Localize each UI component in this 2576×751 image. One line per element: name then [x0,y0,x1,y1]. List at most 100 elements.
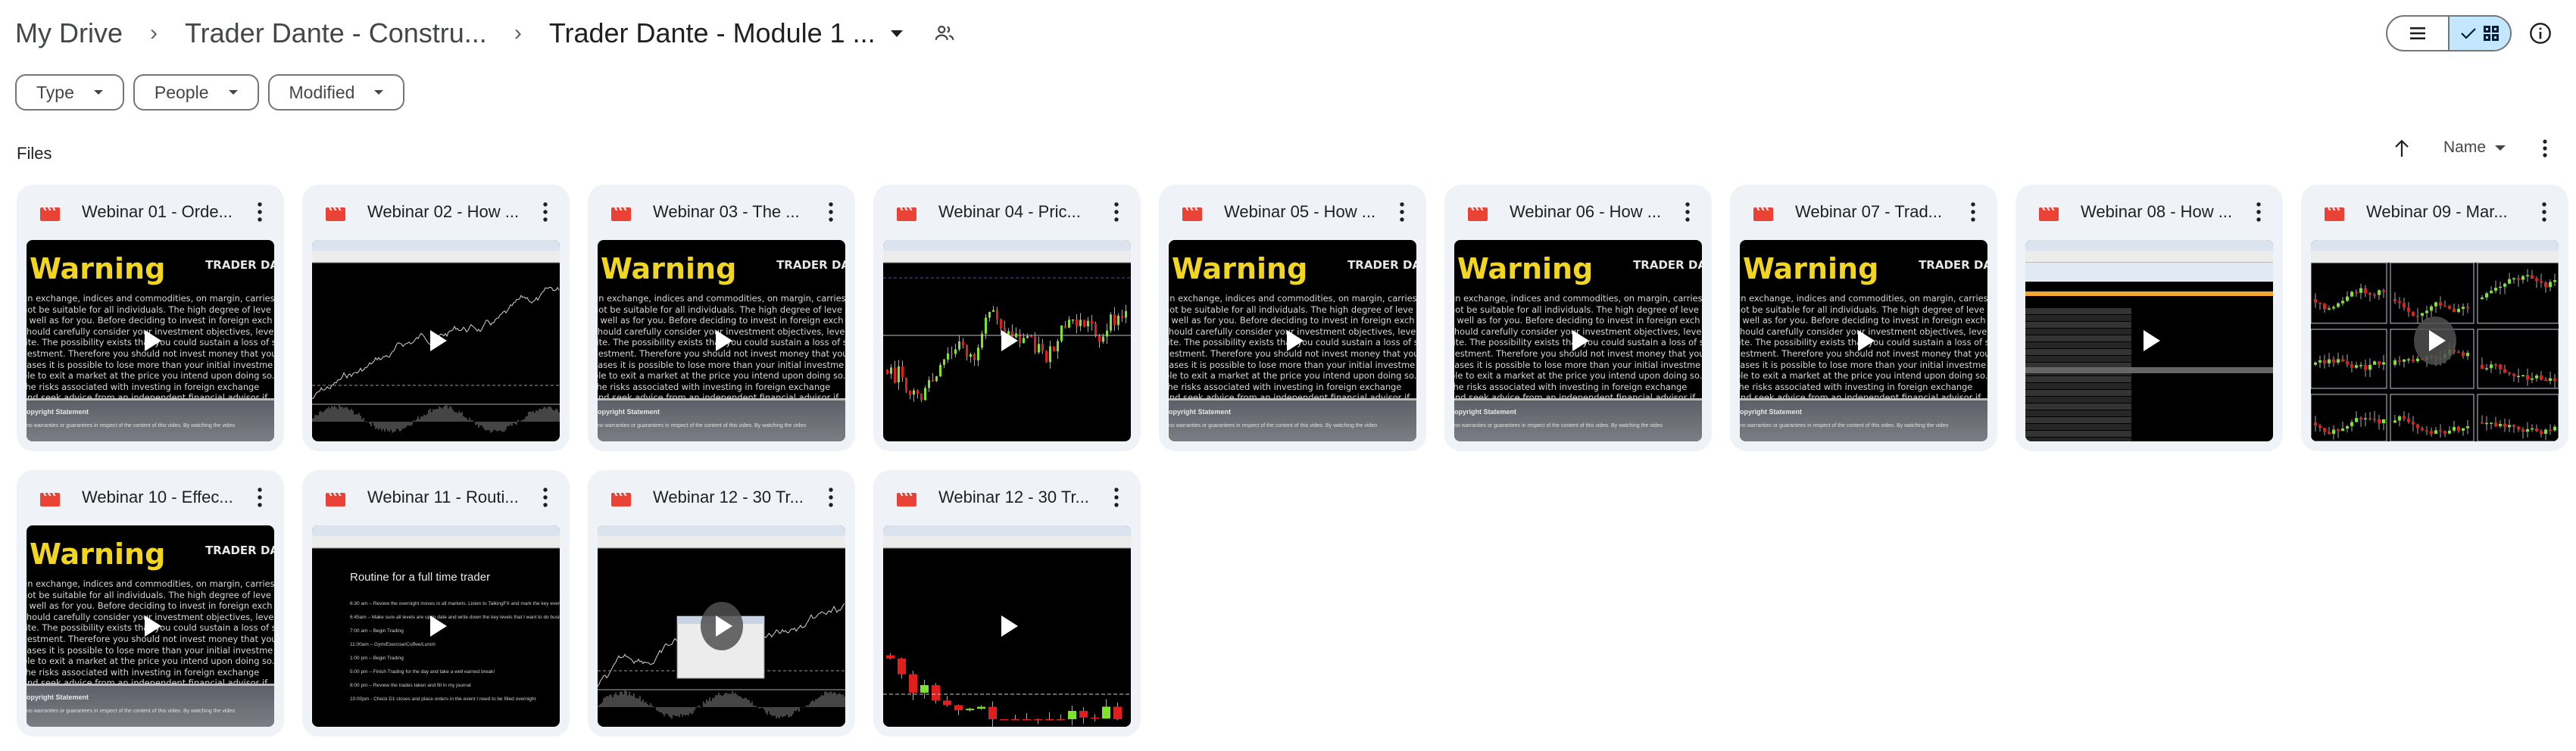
file-card[interactable]: Webinar 05 - How ... Warning TRADER DA gn … [1159,185,1426,451]
play-icon [1001,615,1018,637]
file-more-actions-icon[interactable] [2540,201,2548,223]
file-more-actions-icon[interactable] [1398,201,1406,223]
video-thumbnail[interactable]: Warning TRADER DA gn exchange, indices and… [27,525,274,727]
list-icon [2410,27,2425,39]
file-more-actions-icon[interactable] [542,487,549,508]
filter-type-label: Type [36,82,74,102]
video-thumbnail[interactable]: Warning TRADER DA gn exchange, indices and… [1169,240,1416,441]
video-file-icon [2039,207,2059,221]
video-thumbnail[interactable]: Routine for a full time trader 6:30 am – … [312,525,560,727]
file-more-actions-icon[interactable] [542,201,549,223]
file-card[interactable]: Webinar 08 - How ... [2016,185,2283,451]
file-more-actions-icon[interactable] [827,487,835,508]
file-card[interactable]: Webinar 03 - The ... Warning TRADER DA gn … [588,185,855,451]
file-card[interactable]: Webinar 12 - 30 Tr... [873,470,1141,737]
video-thumbnail[interactable]: Warning TRADER DA gn exchange, indices and… [1454,240,1702,441]
video-file-icon [1182,207,1202,221]
file-more-actions-icon[interactable] [827,201,835,223]
brand-text: TRADER DA [1919,258,1987,272]
file-more-actions-icon[interactable] [1969,201,1977,223]
shared-folder-icon[interactable] [933,22,956,45]
play-icon [429,330,447,351]
play-icon [2143,330,2160,351]
file-card[interactable]: Webinar 12 - 30 Tr... [588,470,855,737]
more-options-icon[interactable] [2541,139,2549,158]
warning-heading: Warning [1457,252,1594,285]
play-icon [715,615,732,637]
file-title: Webinar 06 - How ... [1510,202,1661,221]
file-more-actions-icon[interactable] [1113,487,1120,508]
warning-heading: Warning [1172,252,1308,285]
warning-heading: Warning [30,538,166,571]
copyright-title: opyright Statement [27,693,89,701]
breadcrumb-separator: › [514,20,522,45]
video-file-icon [40,207,60,221]
file-card[interactable]: Webinar 10 - Effec... Warning TRADER DA gn… [17,470,284,737]
file-more-actions-icon[interactable] [256,487,264,508]
file-more-actions-icon[interactable] [1113,201,1120,223]
routine-line: 8:00 pm – Review the trades taken and fi… [350,683,471,688]
file-more-actions-icon[interactable] [1684,201,1691,223]
chevron-down-icon [228,90,238,95]
video-file-icon [2325,207,2344,221]
file-card[interactable]: Webinar 04 - Pric... [873,185,1141,451]
file-card[interactable]: Webinar 06 - How ... Warning TRADER DA gn … [1444,185,1712,451]
video-thumbnail[interactable]: Warning TRADER DA gn exchange, indices and… [1740,240,1987,441]
details-info-icon[interactable] [2528,21,2553,45]
copyright-footer: opyright Statement no warranties or guara… [1454,398,1702,441]
video-thumbnail[interactable] [312,240,560,441]
video-thumbnail[interactable] [2311,240,2559,441]
video-thumbnail[interactable] [883,525,1131,727]
video-thumbnail[interactable] [883,240,1131,441]
file-title: Webinar 03 - The ... [653,202,800,221]
video-file-icon [1753,207,1773,221]
filter-people[interactable]: People [133,74,259,111]
copyright-footer: opyright Statement no warranties or guara… [598,398,845,441]
breadcrumb-current-folder[interactable]: Trader Dante - Module 1 ... [549,17,876,49]
video-thumbnail[interactable] [2025,240,2273,441]
brand-text: TRADER DA [205,544,274,557]
video-thumbnail[interactable] [598,525,845,727]
file-title: Webinar 11 - Routi... [367,488,519,506]
filter-modified[interactable]: Modified [267,74,405,111]
file-card[interactable]: Webinar 11 - Routi... Routine for a full… [302,470,570,737]
brand-text: TRADER DA [1347,258,1416,272]
file-more-actions-icon[interactable] [2255,201,2262,223]
copyright-text: no warranties or guarantees in respect o… [27,423,236,428]
folder-menu-dropdown-icon[interactable] [890,30,903,37]
copyright-title: opyright Statement [1454,408,1517,416]
grid-icon [2484,26,2499,41]
routine-line: 5:00 pm – Finish Trading for the day and… [350,669,495,675]
video-file-icon [326,493,345,506]
warning-heading: Warning [1743,252,1879,285]
play-icon [1001,330,1018,351]
slide-title: Routine for a full time trader [350,571,491,584]
file-more-actions-icon[interactable] [256,201,264,223]
file-title: Webinar 12 - 30 Tr... [938,488,1089,506]
chevron-down-icon [93,90,103,95]
file-card[interactable]: Webinar 01 - Orde... Warning TRADER DA gn … [17,185,284,451]
play-icon [144,615,161,637]
file-title: Webinar 12 - 30 Tr... [653,488,804,506]
file-card[interactable]: Webinar 07 - Trad... Warning TRADER DA gn … [1730,185,1997,451]
copyright-title: opyright Statement [1169,408,1232,416]
video-file-icon [611,493,631,506]
list-layout-button[interactable] [2387,17,2450,50]
sort-direction-arrow-up-icon[interactable] [2393,139,2410,158]
breadcrumb-parent-folder[interactable]: Trader Dante - Constru... [185,17,487,49]
file-card[interactable]: Webinar 09 - Mar... [2301,185,2568,451]
breadcrumb-my-drive[interactable]: My Drive [15,17,123,49]
copyright-text: no warranties or guarantees in respect o… [27,709,236,714]
play-icon [1857,330,1875,351]
sort-field-button[interactable]: Name [2443,139,2506,157]
video-thumbnail[interactable]: Warning TRADER DA gn exchange, indices and… [598,240,845,441]
filter-type[interactable]: Type [15,74,124,111]
file-card[interactable]: Webinar 02 - How ... [302,185,570,451]
video-file-icon [897,207,916,221]
brand-text: TRADER DA [205,258,274,272]
video-thumbnail[interactable]: Warning TRADER DA gn exchange, indices and… [27,240,274,441]
sort-field-label: Name [2443,139,2487,156]
grid-layout-button[interactable] [2450,17,2510,50]
copyright-text: no warranties or guarantees in respect o… [1454,423,1663,428]
routine-line: 10:00pm - Check D1 closes and place orde… [350,696,536,702]
